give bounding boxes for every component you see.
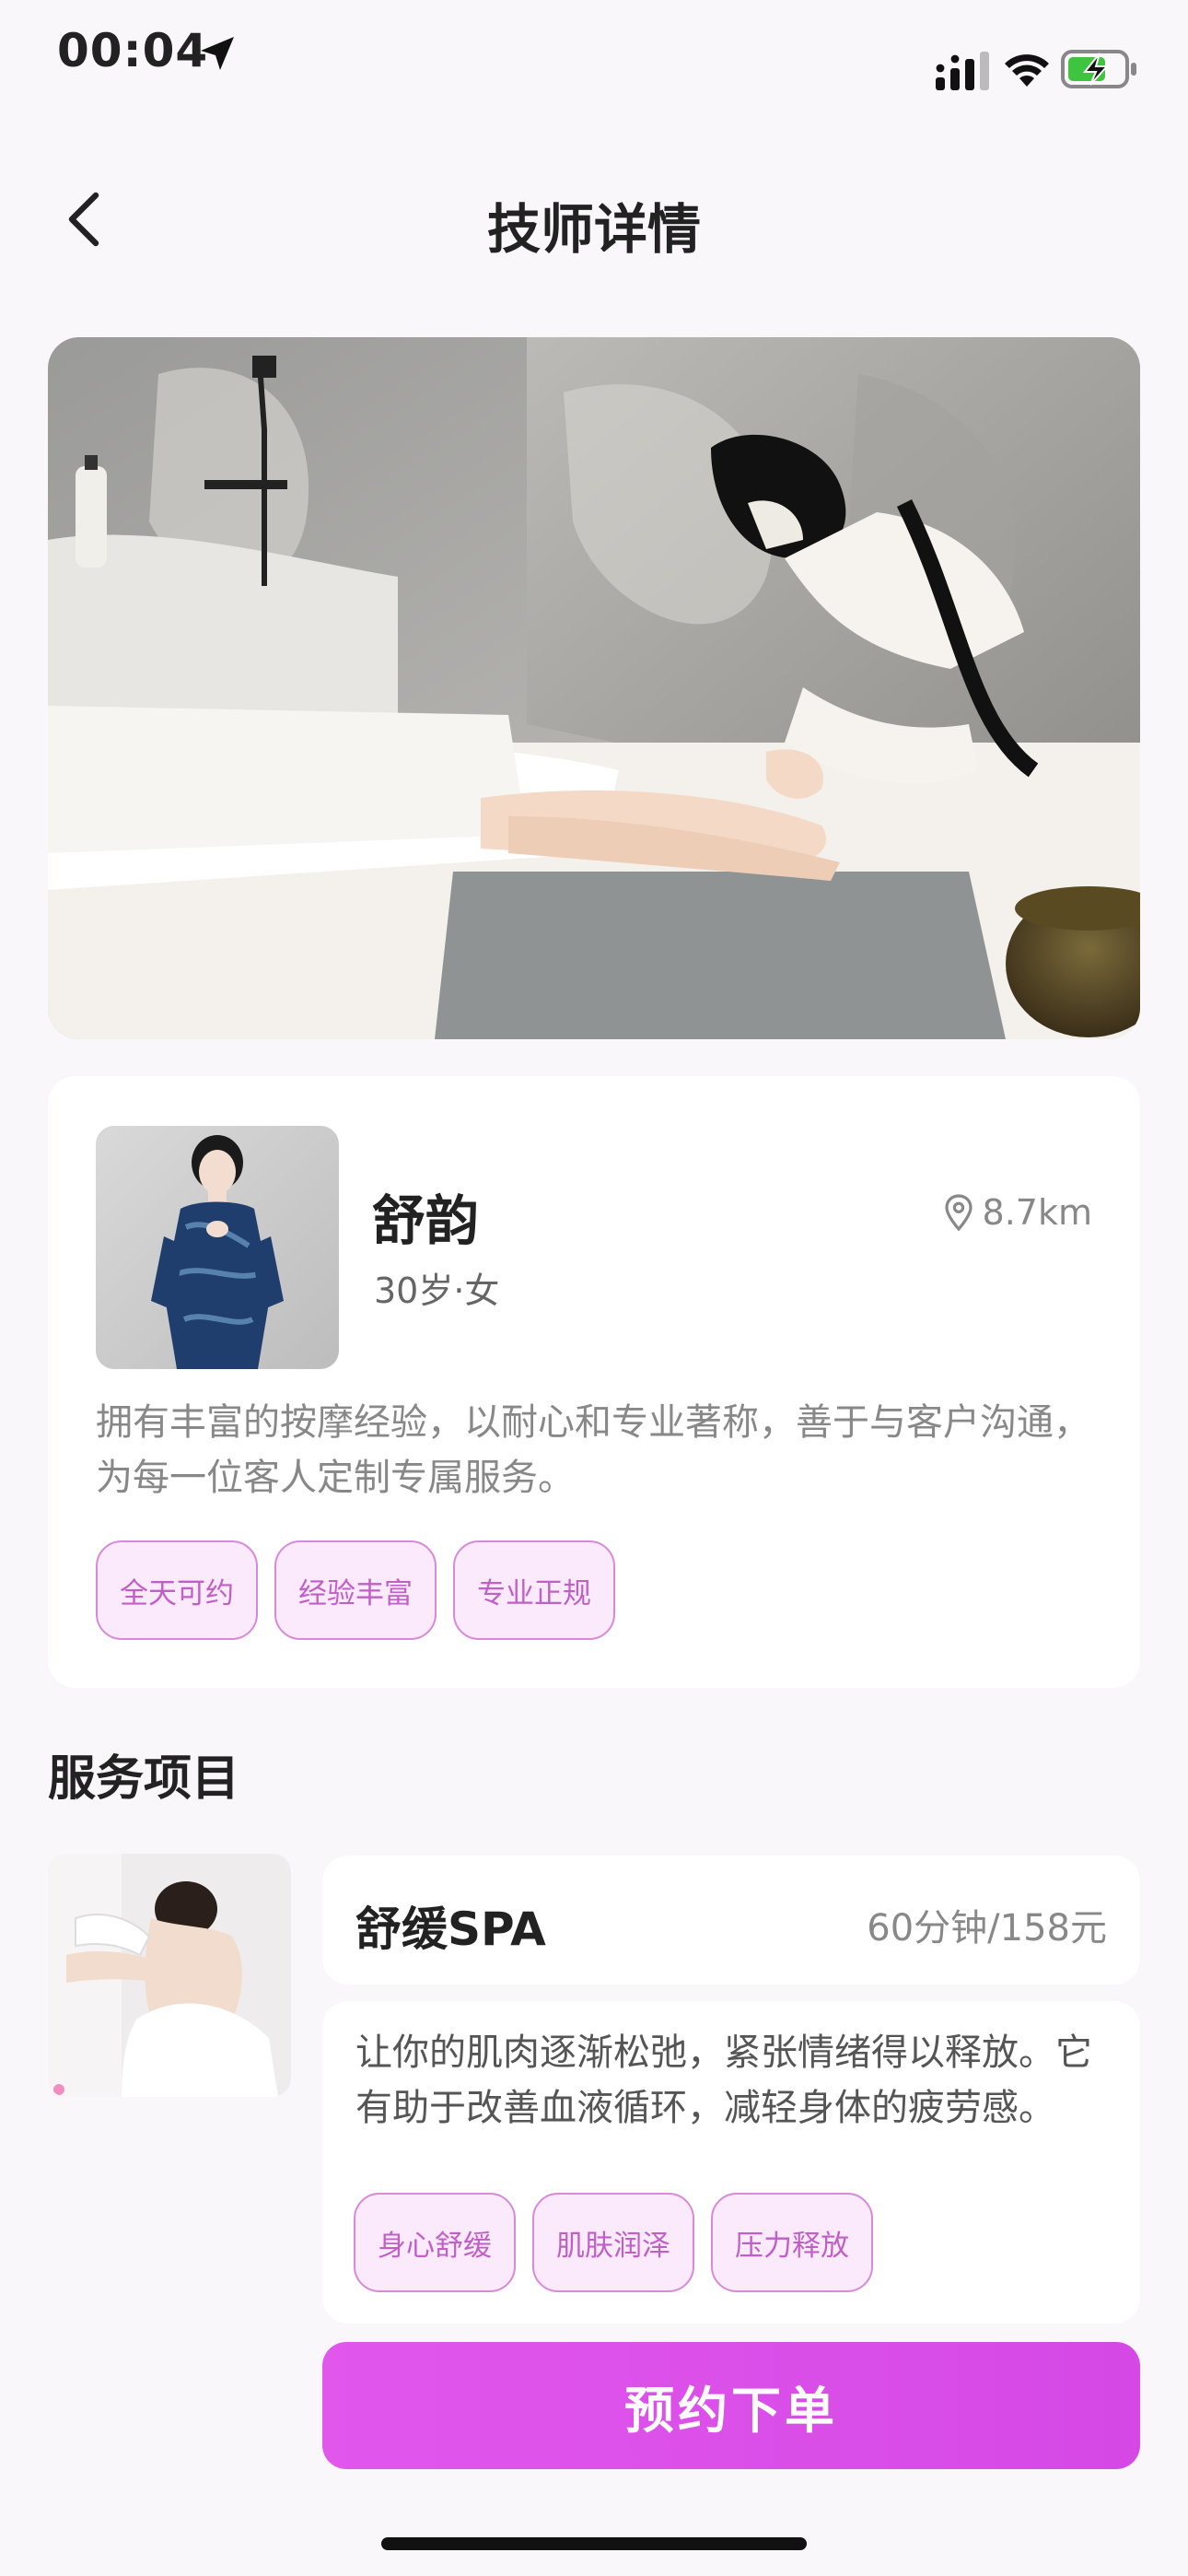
services-section-title: 服务项目 [48,1751,240,1807]
location-arrow-icon [201,37,234,70]
distance-value: 8.7km [982,1192,1092,1233]
service-tag: 压力释放 [711,2193,873,2292]
battery-charging-icon [1061,50,1136,88]
technician-card: 舒韵 30岁·女 8.7km 拥有丰富的按摩经验，以耐心和专业著称，善于与客户沟… [48,1076,1140,1688]
service-header-card[interactable]: 舒缓SPA 60分钟/158元 [322,1856,1140,1985]
technician-avatar[interactable] [96,1126,339,1369]
book-order-button[interactable]: 预约下单 [322,2342,1140,2469]
nav-bar: 技师详情 [0,166,1188,276]
status-bar: 00:04 [0,0,1188,129]
page-title: 技师详情 [486,198,701,261]
technician-distance: 8.7km [944,1192,1092,1233]
home-indicator[interactable] [381,2537,807,2550]
service-tag: 肌肤润泽 [532,2193,694,2292]
technician-tag: 专业正规 [453,1540,615,1640]
service-thumbnail[interactable] [48,1854,291,2097]
technician-description: 拥有丰富的按摩经验，以耐心和专业著称，善于与客户沟通，为每一位客人定制专属服务。 [96,1401,1090,1499]
cellular-signal-icon [936,52,989,90]
technician-age-gender: 30岁·女 [374,1270,500,1311]
location-pin-icon [944,1194,973,1231]
service-price: 60分钟/158元 [867,1907,1107,1950]
service-description: 让你的肌肉逐渐松弛，紧张情绪得以释放。它有助于改善血液循环，减轻身体的疲劳感。 [355,2032,1092,2129]
app-screen: 00:04 技师详情 舒韵 30岁·女 8.7km 拥有丰富的按摩经验，以耐心和… [0,0,1188,2576]
service-tag: 身心舒缓 [354,2193,516,2292]
technician-tag: 经验丰富 [274,1540,437,1640]
status-time: 00:04 [57,24,209,77]
hero-image [48,337,1140,1039]
technician-name: 舒韵 [372,1189,480,1252]
service-tags: 身心舒缓 肌肤润泽 压力释放 [354,2193,873,2292]
wifi-icon [1005,54,1049,87]
service-name: 舒缓SPA [355,1903,546,1956]
technician-tags: 全天可约 经验丰富 专业正规 [96,1540,615,1640]
service-detail-card: 让你的肌肉逐渐松弛，紧张情绪得以释放。它有助于改善血液循环，减轻身体的疲劳感。 … [322,2001,1140,2324]
technician-tag: 全天可约 [96,1540,258,1640]
